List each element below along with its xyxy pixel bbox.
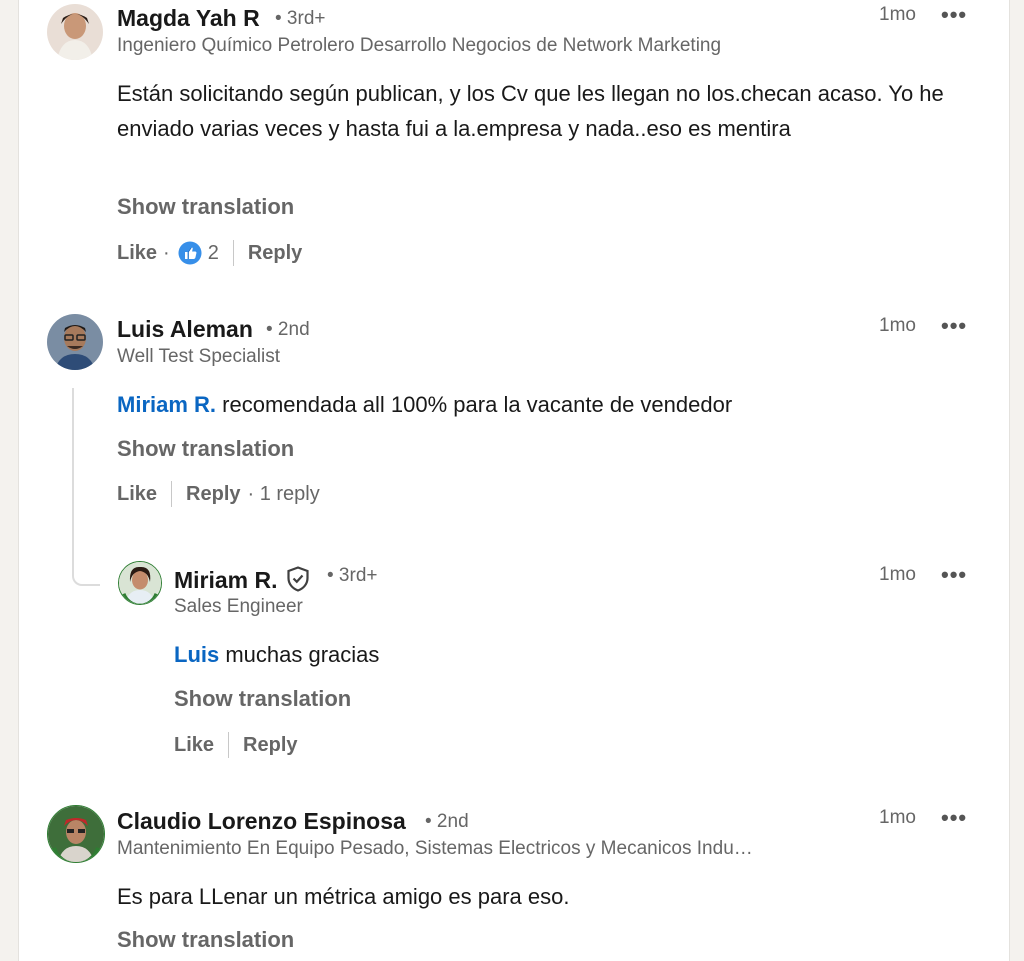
show-translation-link[interactable]: Show translation <box>174 686 351 712</box>
comment-time: 1mo <box>879 315 916 336</box>
commenter-name[interactable]: Claudio Lorenzo Espinosa <box>117 808 406 835</box>
reply-button[interactable]: Reply <box>186 483 240 506</box>
comment-text: Luis muchas gracias <box>174 637 954 672</box>
more-options-icon[interactable]: ••• <box>941 564 967 586</box>
comments-card: Magda Yah R • 3rd+ Ingeniero Químico Pet… <box>18 0 1010 961</box>
comment-text: Están solicitando según publican, y los … <box>117 81 944 141</box>
show-translation-link[interactable]: Show translation <box>117 436 294 462</box>
commenter-headline: Well Test Specialist <box>117 346 280 367</box>
commenter-name[interactable]: Miriam R. <box>174 566 310 598</box>
mention-link[interactable]: Miriam R. <box>117 392 216 417</box>
commenter-headline: Mantenimiento En Equipo Pesado, Sistemas… <box>117 838 753 859</box>
commenter-headline: Ingeniero Químico Petrolero Desarrollo N… <box>117 35 722 56</box>
connection-degree: • 2nd <box>266 319 310 340</box>
divider <box>232 240 234 266</box>
commenter-name-text: Miriam R. <box>174 567 278 594</box>
dot-separator: · <box>163 241 170 264</box>
connection-degree: • 3rd+ <box>275 8 326 29</box>
verified-shield-icon <box>286 566 310 598</box>
like-button[interactable]: Like <box>174 734 214 757</box>
more-options-icon[interactable]: ••• <box>941 315 967 337</box>
more-options-icon[interactable]: ••• <box>941 807 967 829</box>
comment-text: Miriam R. recomendada all 100% para la v… <box>117 387 967 422</box>
comment-actions: Like Reply <box>174 732 298 758</box>
comment-actions: Like Reply · 1 reply <box>117 481 320 507</box>
replies-count-link[interactable]: · 1 reply <box>248 483 320 506</box>
thread-connector <box>72 388 100 586</box>
like-button[interactable]: Like <box>117 242 157 265</box>
comment-text: Es para LLenar un métrica amigo es para … <box>117 884 570 909</box>
comment-time: 1mo <box>879 4 916 25</box>
like-reaction-icon[interactable] <box>178 241 202 265</box>
connection-degree: • 3rd+ <box>327 565 378 586</box>
avatar-magda[interactable] <box>47 4 103 60</box>
reply-button[interactable]: Reply <box>243 734 297 757</box>
connection-degree: • 2nd <box>425 811 469 832</box>
reaction-count[interactable]: 2 <box>208 242 219 265</box>
avatar-claudio[interactable] <box>47 805 105 863</box>
commenter-headline: Sales Engineer <box>174 596 303 617</box>
commenter-name[interactable]: Magda Yah R <box>117 5 260 32</box>
show-translation-link[interactable]: Show translation <box>117 194 294 220</box>
show-translation-link[interactable]: Show translation <box>117 927 294 953</box>
comment-text-body: recomendada all 100% para la vacante de … <box>216 392 733 417</box>
more-options-icon[interactable]: ••• <box>941 4 967 26</box>
comment-actions: Like · 2 Reply <box>117 240 302 266</box>
comment-text-body: muchas gracias <box>219 642 380 667</box>
comment-time: 1mo <box>879 564 916 585</box>
divider <box>228 732 230 758</box>
reply-button[interactable]: Reply <box>248 242 302 265</box>
mention-link[interactable]: Luis <box>174 642 219 667</box>
avatar-luis[interactable] <box>47 314 103 370</box>
comment-time: 1mo <box>879 807 916 828</box>
avatar-miriam[interactable] <box>118 561 162 605</box>
commenter-name[interactable]: Luis Aleman <box>117 316 253 343</box>
divider <box>171 481 173 507</box>
like-button[interactable]: Like <box>117 483 157 506</box>
